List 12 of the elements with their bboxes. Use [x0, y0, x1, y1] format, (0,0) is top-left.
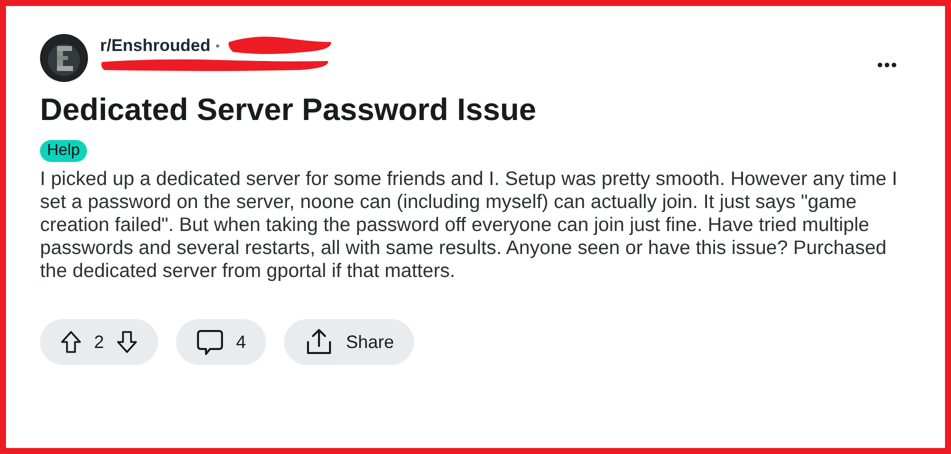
post-title: Dedicated Server Password Issue — [40, 92, 538, 128]
separator: • — [216, 39, 220, 53]
vote-count: 2 — [94, 332, 104, 352]
downvote-icon[interactable] — [116, 330, 138, 354]
flair-tag[interactable]: Help — [40, 140, 87, 162]
comments-button[interactable]: 4 — [176, 319, 266, 365]
more-icon — [877, 62, 897, 68]
upvote-icon[interactable] — [60, 330, 82, 354]
subreddit-link[interactable]: r/Enshrouded — [100, 36, 211, 56]
share-button[interactable]: Share — [284, 319, 414, 365]
speech-bubble-icon — [196, 328, 224, 356]
post-body: I picked up a dedicated server for some friends and I. Setup was pretty smooth. However any time I set a password on the server, noone can (including myself) can actually join. It just says "game creation failed". But when taking the password off everyone can join just fine. Have tried multiple passwords and several restarts, all with same results. Anyone seen or have this issue? Purchased the dedicated server from gportal if that matters. — [40, 168, 898, 283]
